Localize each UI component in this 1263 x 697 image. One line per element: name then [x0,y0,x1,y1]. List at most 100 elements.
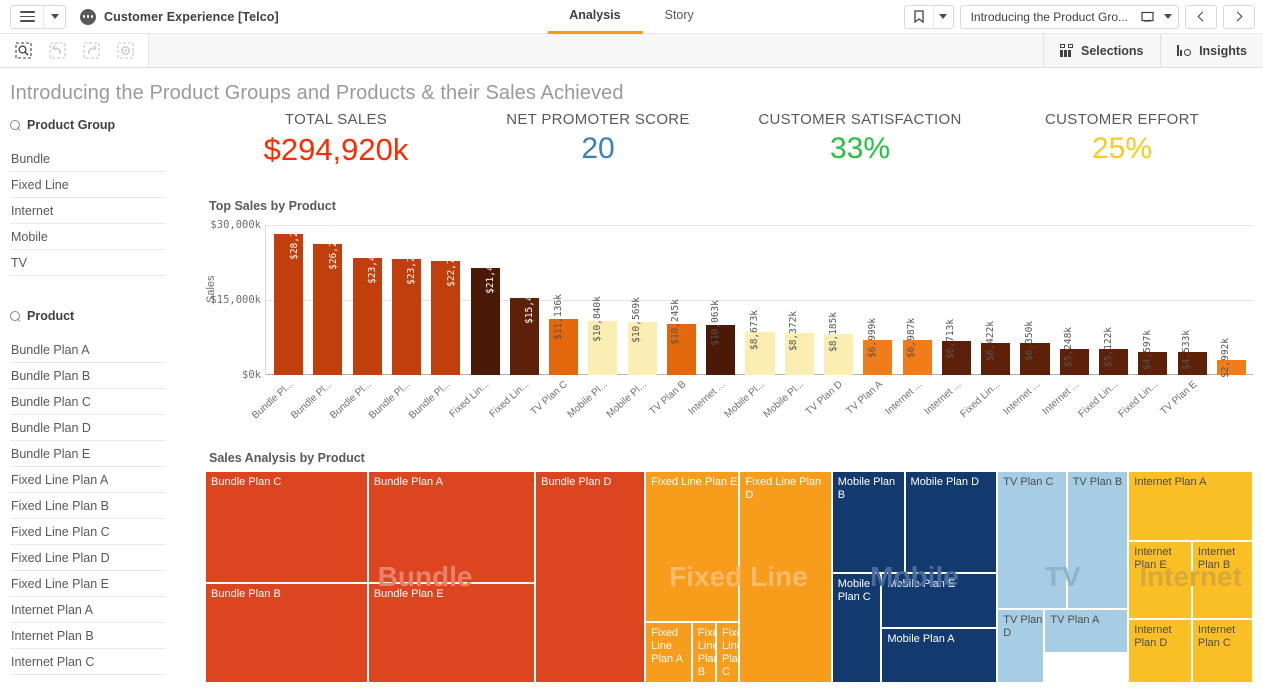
kpi-net-promoter-score[interactable]: NET PROMOTER SCORE 20 [467,111,729,166]
filter-pane-header-product[interactable]: Product [10,304,205,328]
selections-panel-button[interactable]: Selections [1042,34,1160,67]
treemap-cell[interactable]: Bundle Plan C [205,471,368,584]
treemap-cell[interactable]: Internet Plan B [1191,540,1253,620]
next-sheet-button[interactable] [1223,4,1255,29]
bar-item[interactable]: $6,422k [976,225,1015,375]
treemap-cell[interactable]: TV Plan A [1044,608,1129,654]
kpi-customer-effort[interactable]: CUSTOMER EFFORT 25% [991,111,1253,166]
bar-item[interactable]: $4,597k [1133,225,1172,375]
bar-item[interactable]: $15,413k [505,225,544,375]
treemap-cell[interactable]: TV Plan B [1066,471,1129,609]
insights-panel-button[interactable]: Insights [1159,34,1263,67]
filter-item[interactable]: Bundle Plan D [10,415,165,441]
filter-item[interactable]: Fixed Line Plan A [10,467,165,493]
treemap-cell[interactable]: Mobile Plan B [831,471,905,573]
bar-item[interactable]: $11,136k [544,225,583,375]
kpi-customer-satisfaction[interactable]: CUSTOMER SATISFACTION 33% [729,111,991,166]
search-icon[interactable] [10,310,21,322]
bar-item[interactable]: $10,245k [662,225,701,375]
treemap-cell[interactable]: Bundle Plan E [367,583,536,683]
bar-item[interactable]: $6,350k [1015,225,1054,375]
filter-item[interactable]: Bundle [10,146,165,172]
filter-item[interactable]: Internet Plan C [10,649,165,675]
sheet-name: Introducing the Product Gro... [970,9,1128,24]
bar-item[interactable]: $21,496k [465,225,504,375]
treemap-cell[interactable]: Mobile Plan D [904,471,998,573]
bar-item[interactable]: $8,372k [780,225,819,375]
previous-sheet-button[interactable] [1185,4,1217,29]
bar-item[interactable]: $2,992k [1212,225,1251,378]
filter-item[interactable]: Mobile [10,224,165,250]
filter-item[interactable]: Fixed Line Plan D [10,545,165,571]
bar-item[interactable]: $6,999k [858,225,897,375]
top-sales-by-product-chart[interactable]: Top Sales by Product Sales $0k $15,000k $30… [205,193,1253,445]
treemap-cell[interactable]: Fixed Line Plan A [645,621,692,683]
filter-item[interactable]: Internet Plan A [10,597,165,623]
bar-item[interactable]: $5,248k [1055,225,1094,375]
filter-item[interactable]: Bundle Plan C [10,389,165,415]
bar-item[interactable]: $23,229k [387,225,426,375]
treemap-cell[interactable]: TV Plan C [997,471,1067,609]
step-back-icon[interactable] [40,34,74,67]
treemap-cell[interactable]: TV Plan D [997,608,1045,683]
bar-item[interactable]: $10,569k [623,225,662,375]
selection-search-icon[interactable] [6,34,40,67]
sheet-chevron-down-icon[interactable] [1158,6,1178,28]
treemap-cell-label: Bundle Plan C [211,476,282,488]
bar-item[interactable]: $4,533k [1172,225,1211,375]
tab-analysis[interactable]: Analysis [547,0,643,34]
bar-item[interactable]: $8,185k [819,225,858,375]
treemap-cell[interactable]: Mobile Plan A [881,627,998,683]
filter-item[interactable]: Internet Plan B [10,623,165,649]
filter-item[interactable]: Bundle Plan A [10,337,165,363]
hamburger-menu-icon[interactable] [11,6,43,28]
kpi-total-sales[interactable]: TOTAL SALES $294,920k [205,111,467,168]
bar-item[interactable]: $10,063k [701,225,740,375]
treemap-cell[interactable]: Mobile Plan E [881,572,998,628]
tab-story[interactable]: Story [643,0,716,34]
bar-item[interactable]: $22,761k [426,225,465,375]
filter-item[interactable]: Fixed Line [10,172,165,198]
dashboard-body: Product Group Bundle Fixed Line Internet Mob… [0,111,1263,697]
treemap-cell[interactable]: Fixed Line Plan E [645,471,740,622]
filter-item[interactable]: Fixed Line Plan E [10,571,165,597]
treemap-cell[interactable]: Internet Plan C [1191,619,1253,683]
treemap-cell[interactable]: Fixed Line Plan D [739,471,832,683]
treemap-cell[interactable]: Bundle Plan D [535,471,646,683]
filter-item[interactable]: Fixed Line Plan B [10,493,165,519]
bookmark-group[interactable] [903,4,954,29]
filter-item[interactable]: Bundle Plan E [10,441,165,467]
treemap-cell[interactable]: Fixed Line Plan B [691,621,717,683]
navigation-menu-group[interactable] [10,4,66,29]
treemap-cell[interactable]: Internet Plan D [1128,619,1192,683]
filter-item[interactable]: Bundle Plan B [10,363,165,389]
search-icon[interactable] [10,119,21,131]
treemap-cell[interactable]: Bundle Plan B [205,583,368,683]
bar-item[interactable]: $10,840k [583,225,622,375]
sheet-selector-group[interactable]: Introducing the Product Gro... [959,4,1179,29]
bookmark-icon[interactable] [905,6,933,28]
treemap-cell[interactable]: Internet Plan A [1128,471,1253,541]
filter-item[interactable]: Fixed Line Plan C [10,519,165,545]
hamburger-chevron-down-icon[interactable] [43,5,65,28]
bar-item[interactable]: $28,290k [269,214,308,375]
treemap-cell[interactable]: Internet Plan E [1128,540,1192,620]
filter-item[interactable]: Internet [10,198,165,224]
clear-selections-icon[interactable] [108,34,142,67]
treemap-cell[interactable]: Mobile Plan C [831,572,882,683]
bar-item[interactable]: $5,122k [1094,225,1133,375]
bookmark-chevron-down-icon[interactable] [932,5,953,28]
step-forward-icon[interactable] [74,34,108,67]
sales-analysis-by-product-treemap[interactable]: Sales Analysis by Product Bundle Plan CB… [205,445,1253,683]
insights-icon [1176,45,1192,56]
bar-item[interactable]: $8,673k [740,225,779,375]
bar-item[interactable]: $6,987k [898,225,937,375]
bar-item[interactable]: $23,468k [348,225,387,375]
treemap-cell-label: Mobile Plan C [837,577,871,603]
filter-item[interactable]: TV [10,250,165,276]
filter-pane-header-product-group[interactable]: Product Group [10,113,205,137]
bar-item[interactable]: $26,297k [308,224,347,375]
bar-item[interactable]: $6,713k [937,225,976,375]
treemap-cell[interactable]: Fixed Line Plan C [716,621,740,683]
treemap-cell[interactable]: Bundle Plan A [367,471,536,584]
